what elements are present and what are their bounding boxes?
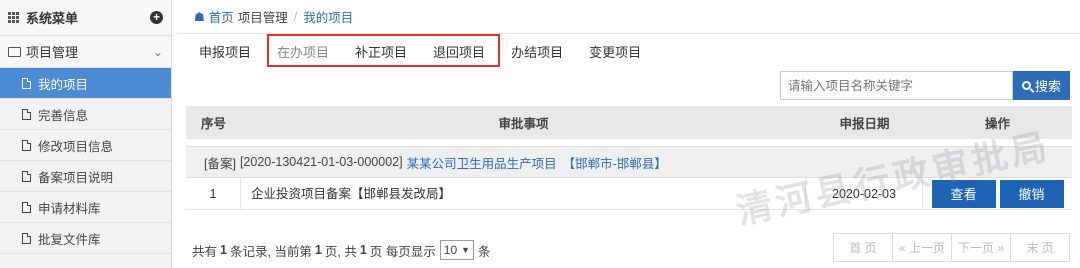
pagination-text: 页, 共 xyxy=(324,244,357,259)
page-size-select[interactable]: 10 ▼ xyxy=(439,240,475,260)
tab-apply-project[interactable]: 申报项目 xyxy=(186,42,264,61)
menu-grid-icon xyxy=(8,11,20,24)
sidebar-group-label: 项目管理 xyxy=(26,45,79,60)
sidebar-item-complete-info[interactable]: 完善信息 xyxy=(0,99,171,130)
search-button[interactable]: 搜索 xyxy=(1013,71,1070,100)
breadcrumb-home[interactable]: 首页 xyxy=(209,7,234,26)
total-pages: 1 xyxy=(359,243,367,257)
folder-icon xyxy=(8,46,21,57)
table-row: 1 企业投资项目备案【邯郸县发改局】 2020-02-03 查看 撤销 xyxy=(186,177,1072,210)
page-size-value: 10 xyxy=(443,243,458,257)
sidebar-group-project-management[interactable]: 项目管理 ⌄ xyxy=(0,36,171,68)
document-icon xyxy=(22,232,31,244)
sidebar-item-edit-project[interactable]: 修改项目信息 xyxy=(0,130,171,161)
total-records: 1 xyxy=(220,243,227,257)
sidebar: 系统菜单 + 项目管理 ⌄ 我的项目 完善信息 修改项目信息 备案项目说明 申请… xyxy=(0,0,172,268)
column-header-date: 申报日期 xyxy=(839,117,890,131)
document-icon xyxy=(22,139,31,151)
search-button-label: 搜索 xyxy=(1034,79,1061,94)
pagination-text: 条 xyxy=(478,244,491,259)
sidebar-header: 系统菜单 + xyxy=(0,0,171,36)
project-code: [2020-130421-01-03-000002] xyxy=(239,155,403,169)
column-header-index: 序号 xyxy=(200,117,226,131)
pagination-text: 页 每页显示 xyxy=(369,244,436,259)
row-item: 企业投资项目备案【邯郸县发改局】 xyxy=(241,177,806,210)
next-page-button[interactable]: 下一页 » xyxy=(951,233,1011,262)
sidebar-item-label: 申请材料库 xyxy=(38,201,101,216)
breadcrumb-current: 我的项目 xyxy=(303,11,354,25)
main-content: ☗ 首页 项目管理 / 我的项目 申报项目 在办项目 补正项目 退回项目 办结项… xyxy=(178,0,1080,268)
sidebar-item-label: 完善信息 xyxy=(38,108,89,123)
dropdown-arrow-icon: ▼ xyxy=(461,245,471,255)
project-region: 【邯郸市-邯郸县】 xyxy=(562,156,667,171)
table-header: 序号 审批事项 申报日期 操作 xyxy=(186,106,1072,139)
document-icon xyxy=(22,201,31,213)
row-index: 1 xyxy=(186,177,241,210)
project-table: 序号 审批事项 申报日期 操作 [备案] [2020-130421-01-03-… xyxy=(186,106,1072,210)
project-group-row: [备案] [2020-130421-01-03-000002] 某某公司卫生用品… xyxy=(186,146,1072,178)
breadcrumb: ☗ 首页 项目管理 / 我的项目 xyxy=(178,0,1080,34)
sidebar-item-filing-notes[interactable]: 备案项目说明 xyxy=(0,161,171,192)
breadcrumb-separator: / xyxy=(293,9,298,24)
prev-page-button[interactable]: « 上一页 xyxy=(892,233,952,262)
column-header-item: 审批事项 xyxy=(498,117,549,131)
sidebar-item-materials-library[interactable]: 申请材料库 xyxy=(0,192,171,223)
tab-changed[interactable]: 变更项目 xyxy=(576,42,654,61)
revoke-button[interactable]: 撤销 xyxy=(999,179,1064,208)
pagination-text: 条记录, 当前第 xyxy=(229,244,312,259)
breadcrumb-section[interactable]: 项目管理 xyxy=(238,7,288,26)
pagination-text: 共有 xyxy=(192,244,218,259)
search-input[interactable] xyxy=(780,71,1013,100)
first-page-button[interactable]: 首 页 xyxy=(833,233,893,262)
add-icon[interactable]: + xyxy=(150,11,163,24)
row-date: 2020-02-03 xyxy=(806,177,923,210)
pagination-info: 共有 1 条记录, 当前第 1 页, 共 1 页 每页显示 10 ▼ 条 xyxy=(192,240,491,260)
sidebar-item-label: 我的项目 xyxy=(38,77,89,92)
document-icon xyxy=(22,170,31,182)
column-header-actions: 操作 xyxy=(984,117,1010,131)
chevron-down-icon[interactable]: ⌄ xyxy=(153,45,163,59)
view-button[interactable]: 查看 xyxy=(931,179,996,208)
project-name-link[interactable]: 某某公司卫生用品生产项目 xyxy=(407,153,557,172)
sidebar-item-my-projects[interactable]: 我的项目 xyxy=(0,68,171,99)
sidebar-item-approval-library[interactable]: 批复文件库 xyxy=(0,223,171,254)
row-actions: 查看 撤销 xyxy=(923,179,1072,208)
sidebar-title: 系统菜单 xyxy=(26,11,79,26)
project-type: [备案] xyxy=(204,156,236,171)
search-icon xyxy=(1021,81,1031,90)
pagination-buttons: 首 页 « 上一页 下一页 » 末 页 xyxy=(833,233,1070,262)
search-bar: 搜索 xyxy=(780,71,1070,100)
current-page: 1 xyxy=(314,243,322,257)
last-page-button[interactable]: 末 页 xyxy=(1010,233,1070,262)
tab-highlight-box xyxy=(267,34,500,67)
document-icon xyxy=(22,77,31,89)
sidebar-item-label: 备案项目说明 xyxy=(38,170,114,185)
sidebar-item-label: 修改项目信息 xyxy=(38,139,114,154)
home-icon: ☗ xyxy=(194,9,205,24)
document-icon xyxy=(22,108,31,120)
sidebar-item-label: 批复文件库 xyxy=(38,232,101,247)
tab-completed[interactable]: 办结项目 xyxy=(498,42,576,61)
